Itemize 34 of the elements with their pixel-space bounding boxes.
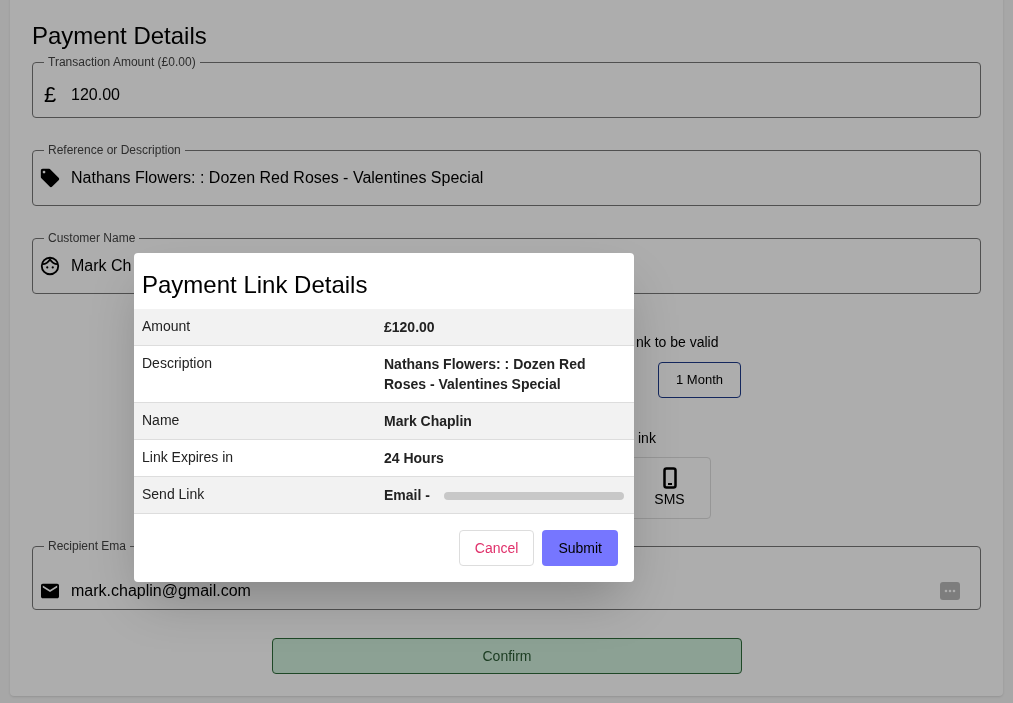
text-field[interactable]: Transaction Amount (£0.00) £ 120.00 — [32, 56, 981, 118]
row-value: Email - — [384, 486, 431, 505]
confirm-button[interactable]: Confirm — [272, 638, 742, 674]
row-value: 24 Hours — [384, 449, 445, 468]
ellipsis-icon — [940, 582, 960, 600]
tag-icon — [39, 167, 61, 189]
row-label: Send Link — [141, 485, 206, 504]
field-label: Transaction Amount (£0.00) — [47, 56, 197, 68]
row-label: Link Expires in — [141, 448, 235, 467]
phone-icon — [662, 466, 677, 489]
page-title: Payment Details — [32, 21, 208, 51]
row-value: Nathans Flowers: : Dozen Red Roses - Valentines Special — [384, 355, 587, 394]
row-label: Name — [141, 411, 181, 430]
row-label: Amount — [141, 317, 192, 336]
row-label: Description — [141, 354, 214, 373]
dialog-title: Payment Link Details — [141, 270, 369, 300]
face-icon — [39, 255, 61, 277]
field-value: Mark Ch — [71, 256, 132, 276]
cancel-button[interactable]: Cancel — [458, 530, 535, 566]
send-prompt: ink — [638, 429, 657, 448]
duration-option[interactable]: 1 Month — [658, 362, 741, 398]
field-label: Recipient Ema — [47, 540, 128, 552]
pound-icon: £ — [39, 78, 61, 111]
mail-icon — [39, 582, 61, 600]
text-field[interactable]: Reference or Description Nathans Flowers: : Dozen Red Roses - Valentines Special — [32, 144, 981, 206]
field-label: Reference or Description — [47, 144, 182, 156]
field-value: 120.00 — [71, 84, 120, 105]
submit-button[interactable]: Submit — [542, 530, 618, 566]
row-value: Mark Chaplin — [384, 412, 473, 431]
validity-prompt: nk to be valid — [636, 333, 720, 352]
field-value: Nathans Flowers: : Dozen Red Roses - Valentines Special — [71, 168, 484, 188]
field-label: Customer Name — [47, 232, 137, 244]
field-value: mark.chaplin@gmail.com — [71, 581, 252, 601]
row-value: £120.00 — [384, 318, 436, 337]
